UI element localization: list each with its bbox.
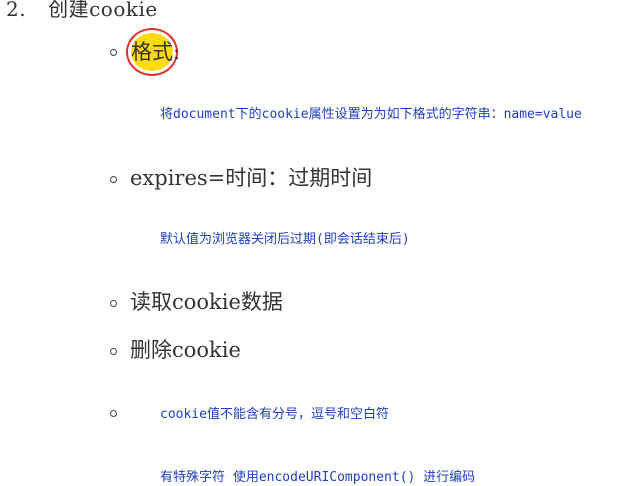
bullet-marker [110, 348, 117, 355]
item-note-expires: 默认值为浏览器关闭后过期(即会话结束后) [160, 232, 410, 247]
item-note-encode: 有特殊字符 使用encodeURIComponent() 进行编码 [160, 470, 476, 485]
section-heading: 2. 创建cookie [6, 0, 158, 22]
bullet-marker [110, 410, 117, 417]
section-title: 创建cookie [48, 0, 158, 21]
bullet-marker [110, 300, 117, 307]
bullet-marker [110, 49, 117, 56]
item-label-format: 格式: [131, 40, 181, 64]
item-note-value-chars: cookie值不能含有分号，逗号和空白符 [160, 407, 389, 422]
item-label-expires: expires=时间：过期时间 [130, 166, 373, 190]
item-label-read: 读取cookie数据 [130, 290, 283, 314]
item-label-delete: 删除cookie [130, 338, 241, 362]
item-note-format: 将document下的cookie属性设置为为如下格式的字符串：name=val… [160, 107, 582, 122]
section-number: 2. [6, 0, 27, 21]
bullet-marker [110, 176, 117, 183]
